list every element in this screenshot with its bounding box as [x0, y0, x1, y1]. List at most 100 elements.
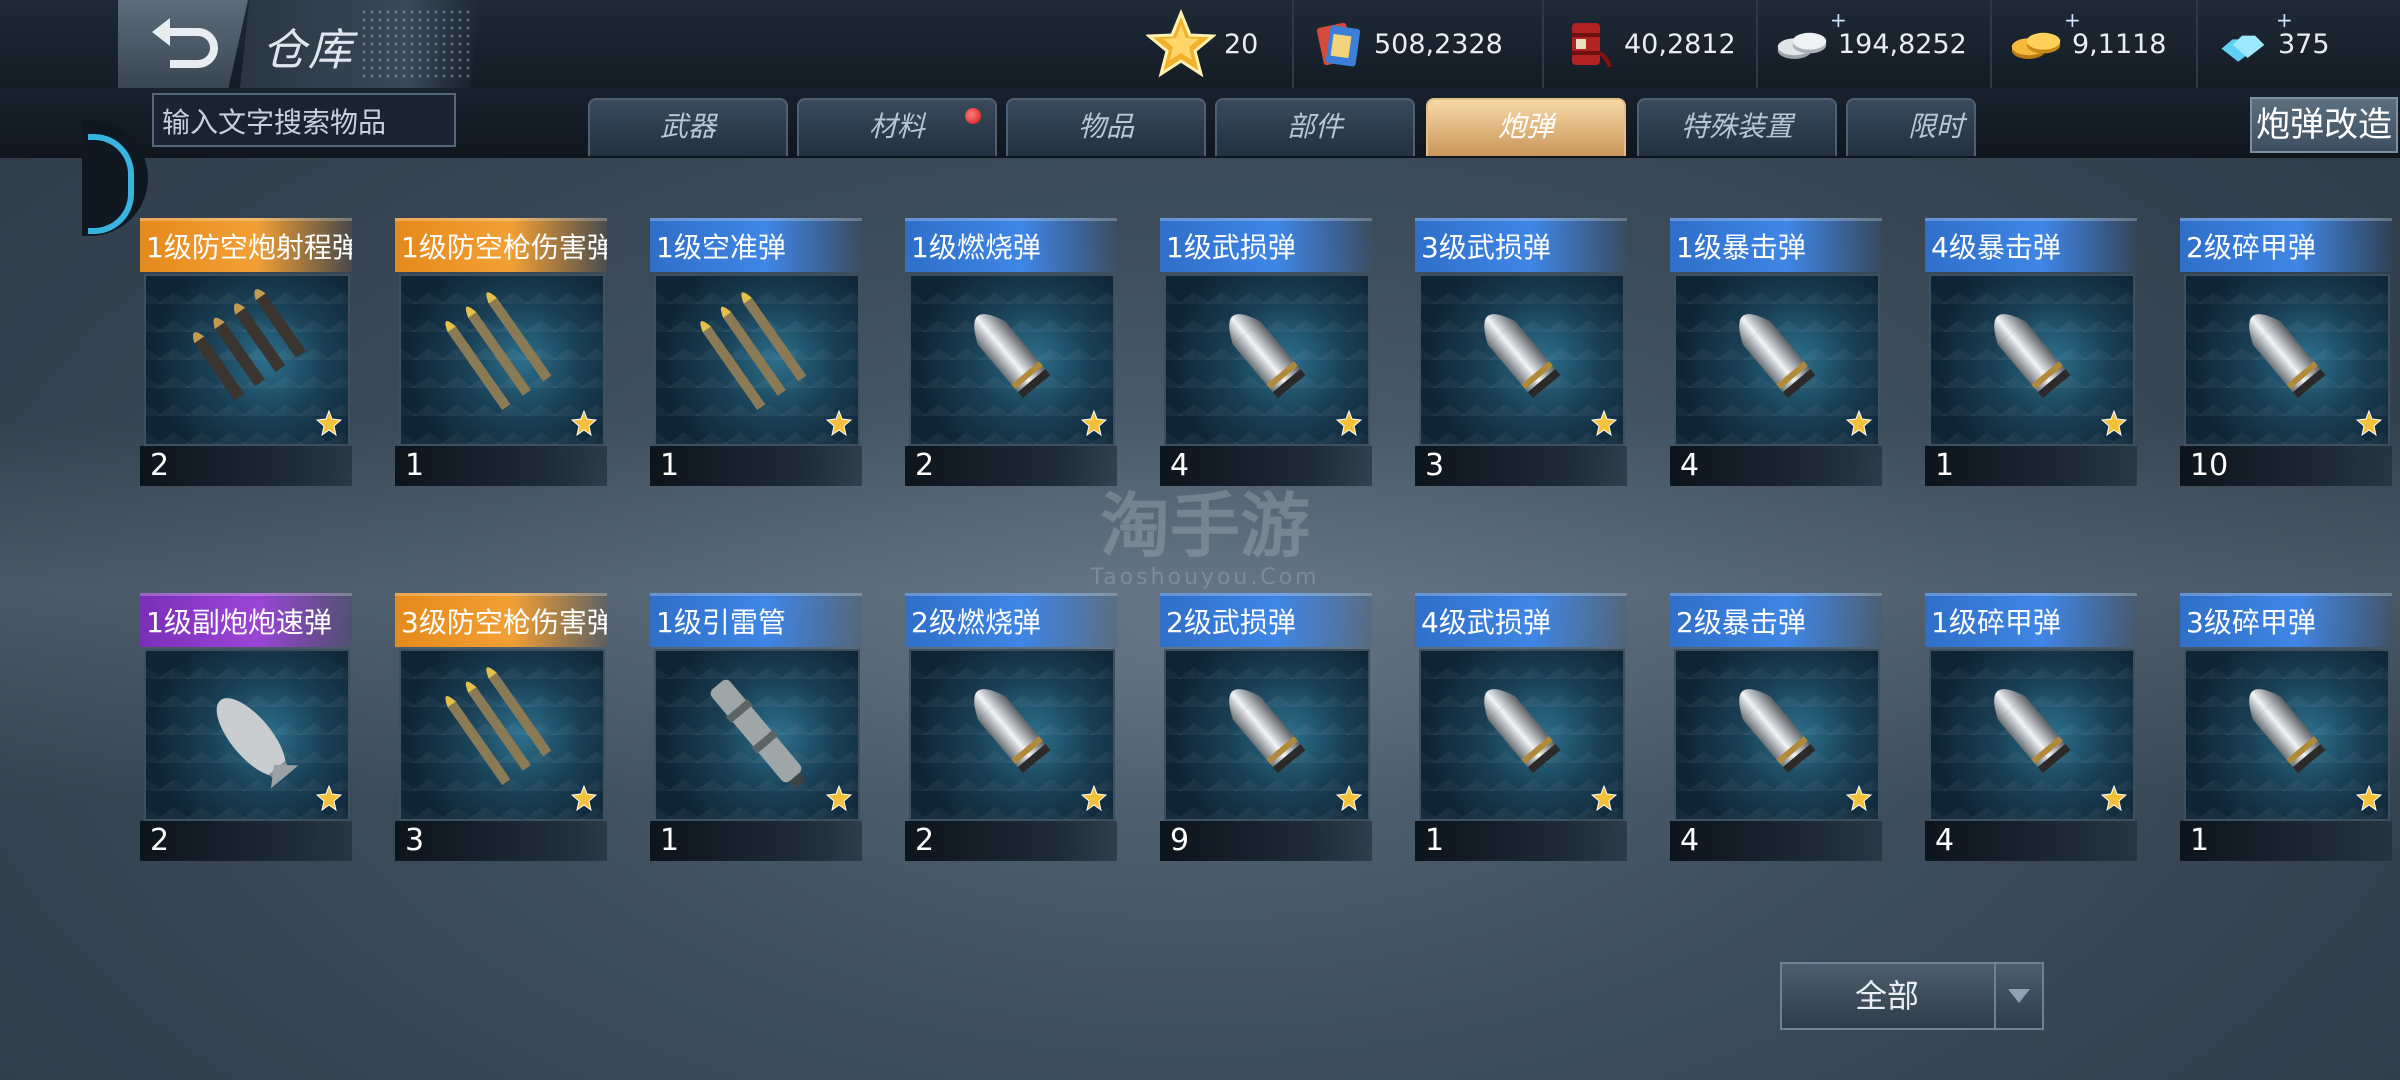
star-icon: [1591, 410, 1617, 436]
item-name: 1级暴击弹: [1670, 218, 1882, 272]
tab-label: 限时: [1907, 110, 1964, 143]
tab-label: 特殊装置: [1680, 110, 1793, 143]
tab-label: 部件: [1286, 110, 1343, 143]
item-card[interactable]: 4级武损弹 1: [1415, 585, 1627, 861]
item-name: 1级引雷管: [650, 593, 862, 647]
star-icon: [826, 785, 852, 811]
add-diamond-button[interactable]: +: [2276, 8, 2293, 32]
resource-value: 40,2812: [1624, 28, 1736, 60]
tab-items[interactable]: 物品: [1006, 98, 1206, 156]
bomb-icon: [216, 698, 299, 789]
item-card[interactable]: 3级防空枪伤害弹 3: [395, 585, 607, 861]
item-card[interactable]: 1级副炮炮速弹 2: [140, 585, 352, 861]
item-count: 2: [140, 821, 352, 861]
item-count: 1: [650, 821, 862, 861]
item-name: 1级武损弹: [1160, 218, 1372, 272]
rifle-rounds-icon: [445, 667, 552, 786]
chevron-down-icon: [2008, 989, 2030, 1003]
item-count: 4: [1925, 821, 2137, 861]
item-count: 1: [395, 446, 607, 486]
watermark: 淘手游 Taoshouyou.Com: [1070, 470, 1340, 590]
shell-icon: [2249, 689, 2326, 774]
filter-selected-value: 全部: [1854, 977, 1919, 1015]
tab-materials[interactable]: 材料: [797, 98, 997, 156]
item-card[interactable]: 2级暴击弹 4: [1670, 585, 1882, 861]
add-silver-button[interactable]: +: [1830, 8, 1847, 32]
item-count: 10: [2180, 446, 2392, 486]
fuse-icon: [710, 679, 806, 789]
shell-icon: [1739, 689, 1816, 774]
star-icon: [1336, 785, 1362, 811]
item-name: 1级防空炮射程弹: [140, 218, 352, 272]
item-card[interactable]: 2级武损弹 9: [1160, 585, 1372, 861]
notification-dot: [965, 108, 981, 124]
tab-shells[interactable]: 炮弹: [1426, 98, 1626, 156]
resource-cards: 508,2328: [1292, 0, 1503, 88]
item-card[interactable]: 1级防空枪伤害弹 1: [395, 210, 607, 486]
item-name: 4级武损弹: [1415, 593, 1627, 647]
silver-coin-icon: [1777, 32, 1827, 59]
resource-silver: + 194,8252: [1756, 0, 1967, 88]
category-filter-select[interactable]: 全部: [1780, 962, 2044, 1030]
shell-icon: [974, 314, 1051, 399]
dropdown-toggle[interactable]: [1994, 964, 2042, 1028]
item-card[interactable]: 1级碎甲弹 4: [1925, 585, 2137, 861]
rifle-rounds-icon: [445, 292, 552, 411]
item-card[interactable]: 3级碎甲弹 1: [2180, 585, 2392, 861]
item-name: 3级武损弹: [1415, 218, 1627, 272]
item-card[interactable]: 1级防空炮射程弹 2: [140, 210, 352, 486]
rifle-rounds-icon: [700, 292, 807, 411]
item-count: 4: [1670, 446, 1882, 486]
shell-icon: [1484, 689, 1561, 774]
item-name: 1级碎甲弹: [1925, 593, 2137, 647]
item-count: 2: [140, 446, 352, 486]
item-name: 3级防空枪伤害弹: [395, 593, 607, 647]
item-card[interactable]: 1级暴击弹 4: [1670, 210, 1882, 486]
item-card[interactable]: 2级碎甲弹 10: [2180, 210, 2392, 486]
small-rounds-icon: [192, 289, 306, 401]
fuel-barrel-icon: [1572, 23, 1612, 68]
item-name: 1级燃烧弹: [905, 218, 1117, 272]
star-icon: [2101, 410, 2127, 436]
item-card[interactable]: 1级武损弹 4: [1160, 210, 1372, 486]
resource-value: 9,1118: [2072, 28, 2167, 60]
resource-gold: + 9,1118: [1990, 0, 2166, 88]
diamond-icon: [2221, 35, 2265, 62]
shell-icon: [1229, 314, 1306, 399]
item-card[interactable]: 1级引雷管 1: [650, 585, 862, 861]
item-name: 2级武损弹: [1160, 593, 1372, 647]
tab-weapons[interactable]: 武器: [588, 98, 788, 156]
item-card[interactable]: 1级空准弹 1: [650, 210, 862, 486]
item-card[interactable]: 3级武损弹 3: [1415, 210, 1627, 486]
star-icon: [571, 410, 597, 436]
item-card[interactable]: 2级燃烧弹 2: [905, 585, 1117, 861]
star-icon: [571, 785, 597, 811]
item-name: 2级燃烧弹: [905, 593, 1117, 647]
resource-value: 194,8252: [1838, 28, 1967, 60]
shell-modify-button[interactable]: 炮弹改造: [2250, 97, 2398, 153]
star-icon: [2101, 785, 2127, 811]
item-card[interactable]: 1级燃烧弹 2: [905, 210, 1117, 486]
resource-value: 508,2328: [1374, 28, 1503, 60]
shell-icon: [1994, 314, 2071, 399]
tab-parts[interactable]: 部件: [1215, 98, 1415, 156]
star-icon: [1591, 785, 1617, 811]
resource-diamond: + 375: [2196, 0, 2330, 88]
star-icon: [1336, 410, 1362, 436]
add-gold-button[interactable]: +: [2064, 8, 2081, 32]
search-input[interactable]: 输入文字搜索物品: [152, 93, 456, 147]
item-count: 4: [1670, 821, 1882, 861]
shell-icon: [974, 689, 1051, 774]
tab-special-devices[interactable]: 特殊装置: [1637, 98, 1837, 156]
item-count: 1: [1415, 821, 1627, 861]
tab-label: 物品: [1077, 110, 1134, 143]
star-icon: [316, 410, 342, 436]
tab-limited[interactable]: 限时: [1846, 98, 1976, 156]
item-name: 2级暴击弹: [1670, 593, 1882, 647]
item-name: 3级碎甲弹: [2180, 593, 2392, 647]
star-icon: [2356, 410, 2382, 436]
watermark-sub: Taoshouyou.Com: [1090, 565, 1320, 590]
star-icon: [1081, 785, 1107, 811]
back-button[interactable]: [118, 0, 248, 88]
item-card[interactable]: 4级暴击弹 1: [1925, 210, 2137, 486]
